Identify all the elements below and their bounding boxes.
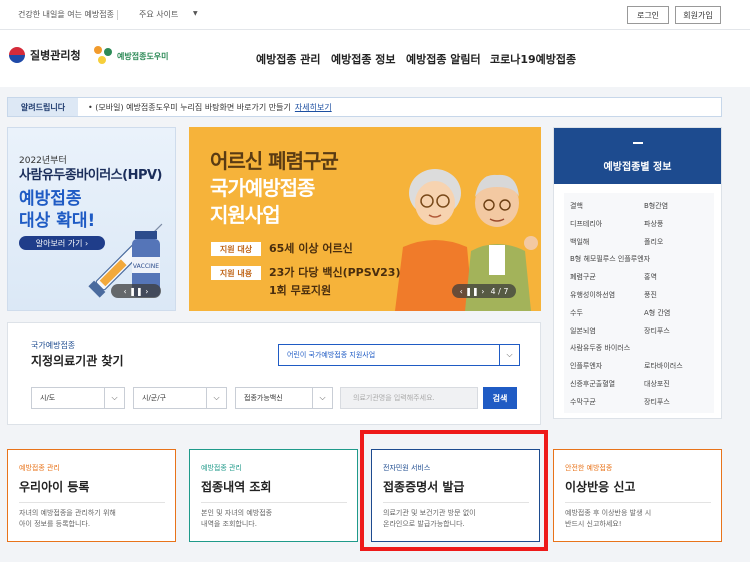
card-category: 예방접종 관리 [19, 464, 60, 472]
notice-detail-link[interactable]: 자세히보기 [295, 103, 332, 112]
notice-label: 알려드립니다 [8, 98, 78, 116]
nip-logo[interactable]: 예방접종도우미 [94, 46, 169, 66]
signup-button[interactable]: 회원가입 [675, 6, 721, 24]
kdca-logo[interactable]: 질병관리청 [8, 46, 81, 64]
highlight-box [360, 430, 548, 551]
notice-message: • (모바일) 예방접종도우미 누리집 바탕화면 바로가기 만들기 자세히보기 [88, 103, 332, 112]
card-title: 이상반응 신고 [565, 480, 636, 494]
chevron-down-icon[interactable]: ⌵ [206, 388, 226, 408]
vaccine-select[interactable]: 접종가능백신 ⌵ [235, 387, 333, 409]
sido-select-value: 시/도 [40, 394, 56, 402]
vaccine-link[interactable]: 인플루엔자 [570, 361, 602, 371]
card-category: 안전한 예방접종 [565, 464, 613, 472]
vaccine-link[interactable]: 장티푸스 [644, 397, 670, 407]
vaccine-link[interactable]: 결핵 [570, 201, 583, 211]
nav-vaccination-management[interactable]: 예방접종 관리 [256, 51, 321, 67]
search-title: 지정의료기관 찾기 [31, 354, 124, 368]
elder-headline-2: 국가예방접종 [210, 176, 315, 200]
vaccine-link[interactable]: 풍진 [644, 290, 657, 300]
vaccine-link[interactable]: 폴리오 [644, 237, 663, 247]
vaccine-link[interactable]: 로타바이러스 [644, 361, 683, 371]
vaccine-select-value: 접종가능백신 [244, 394, 283, 402]
vaccine-link[interactable]: B형간염 [644, 201, 668, 211]
nav-covid19[interactable]: 코로나19예방접종 [490, 51, 576, 67]
card-description: 예방접종 후 이상반응 발생 시 반드시 신고하세요! [565, 509, 652, 528]
card-title: 우리아이 등록 [19, 480, 90, 494]
nip-logo-icon [94, 46, 114, 66]
site-tagline: 건강한 내일을 여는 예방접종 [18, 10, 114, 19]
chevron-down-icon[interactable]: ⌵ [499, 345, 519, 365]
sigungu-select-value: 시/군/구 [142, 394, 167, 402]
support-value-1: 23가 다당 백신(PPSV23), [269, 266, 405, 279]
notice-bar: 알려드립니다 • (모바일) 예방접종도우미 누리집 바탕화면 바로가기 만들기… [7, 97, 722, 117]
search-caption: 국가예방접종 [31, 341, 76, 350]
support-value-2: 1회 무료지원 [269, 284, 332, 297]
search-button[interactable]: 검색 [483, 387, 517, 409]
nav-vaccination-info[interactable]: 예방접종 정보 [331, 51, 396, 67]
clinic-search-panel: 국가예방접종 지정의료기관 찾기 어린이 국가예방접종 지원사업 ⌵ 시/도 ⌵… [7, 322, 541, 425]
target-tag: 지원 대상 [211, 242, 261, 256]
elder-banner-pager[interactable]: ‹ ❚❚ › 4 / 7 [452, 284, 516, 298]
vial-label: VACCINE [133, 263, 159, 270]
hpv-banner-pager[interactable]: ‹ ❚❚ › [111, 284, 161, 298]
elder-pager-controls[interactable]: ‹ ❚❚ › [460, 287, 485, 296]
elder-headline-3: 지원사업 [210, 203, 281, 227]
card-category: 예방접종 관리 [201, 464, 242, 472]
sido-select[interactable]: 시/도 ⌵ [31, 387, 125, 409]
elder-pager-count: 4 / 7 [490, 286, 509, 296]
card-description: 자녀의 예방접종을 관리하기 위해 아이 정보를 등록합니다. [19, 509, 116, 528]
vaccine-link[interactable]: 폐렴구균 [570, 272, 596, 282]
program-select-value: 어린이 국가예방접종 지원사업 [287, 351, 376, 359]
vaccine-link[interactable]: 수막구균 [570, 397, 596, 407]
vaccine-link[interactable]: 사람유두종 바이러스 [570, 343, 630, 353]
vaccine-link[interactable]: A형 간염 [644, 308, 670, 318]
chevron-down-icon[interactable]: ⌵ [312, 388, 332, 408]
vaccine-link[interactable]: 대상포진 [644, 379, 670, 389]
vaccine-info-header: 예방접종별 정보 [554, 128, 721, 184]
divider [201, 502, 347, 503]
vaccine-link[interactable]: 파상풍 [644, 219, 663, 229]
adverse-reaction-card[interactable]: 안전한 예방접종 이상반응 신고 예방접종 후 이상반응 발생 시 반드시 신고하… [553, 449, 722, 542]
pneumococcal-banner[interactable]: 어르신 폐렴구균 국가예방접종 지원사업 지원 대상 65세 이상 어르신 지원… [189, 127, 541, 311]
agency-name: 질병관리청 [30, 49, 81, 62]
taegeuk-icon [8, 46, 26, 64]
vaccine-link[interactable]: B형 헤모필루스 인플루엔자 [570, 254, 650, 264]
divider [565, 502, 711, 503]
major-sites-dropdown[interactable]: 주요 사이트 [139, 9, 178, 20]
vaccine-link[interactable]: 홍역 [644, 272, 657, 282]
vaccine-link[interactable]: 백일해 [570, 237, 589, 247]
elder-headline-1: 어르신 폐렴구균 [210, 149, 339, 173]
chevron-down-icon[interactable]: ⌵ [104, 388, 124, 408]
program-select[interactable]: 어린이 국가예방접종 지원사업 ⌵ [278, 344, 520, 366]
vaccine-link[interactable]: 수두 [570, 308, 583, 318]
support-tag: 지원 내용 [211, 266, 261, 280]
card-description: 본인 및 자녀의 예방접종 내역을 조회합니다. [201, 509, 273, 528]
notice-text: (모바일) 예방접종도우미 누리집 바탕화면 바로가기 만들기 [95, 103, 291, 112]
nav-vaccination-notices[interactable]: 예방접종 알림터 [406, 51, 481, 67]
register-child-card[interactable]: 예방접종 관리 우리아이 등록 자녀의 예방접종을 관리하기 위해 아이 정보를 … [7, 449, 176, 542]
divider [117, 10, 118, 20]
brand-name: 예방접종도우미 [117, 51, 169, 61]
header-accent-bar [633, 142, 643, 144]
hpv-subject: 사람유두종바이러스(HPV) [19, 168, 163, 183]
vaccine-info-title: 예방접종별 정보 [603, 162, 672, 173]
divider [19, 502, 165, 503]
sigungu-select[interactable]: 시/군/구 ⌵ [133, 387, 227, 409]
clinic-name-input[interactable]: 의료기관명을 입력해주세요. [340, 387, 478, 409]
vaccine-link[interactable]: 신증후군출혈열 [570, 379, 615, 389]
vaccine-link[interactable]: 디프테리아 [570, 219, 602, 229]
vaccine-link[interactable]: 일본뇌염 [570, 326, 596, 336]
target-value: 65세 이상 어르신 [269, 242, 353, 255]
vaccine-info-panel: 예방접종별 정보 결핵 B형간염디프테리아 파상풍백일해 폴리오 B형 헤모필루스 인플… [553, 127, 722, 419]
hpv-banner[interactable]: 2022년부터 사람유두종바이러스(HPV) 예방접종 대상 확대! 알아보러 … [7, 127, 176, 311]
login-button[interactable]: 로그인 [627, 6, 669, 24]
history-lookup-card[interactable]: 예방접종 관리 접종내역 조회 본인 및 자녀의 예방접종 내역을 조회합니다. [189, 449, 358, 542]
caret-down-icon[interactable]: ▼ [193, 10, 198, 17]
utility-bar: 건강한 내일을 여는 예방접종 주요 사이트 ▼ 로그인 회원가입 [0, 0, 750, 30]
vaccine-link[interactable]: 장티푸스 [644, 326, 670, 336]
vaccine-link[interactable]: 유행성이하선염 [570, 290, 615, 300]
card-title: 접종내역 조회 [201, 480, 272, 494]
vaccine-list: 결핵 B형간염디프테리아 파상풍백일해 폴리오 B형 헤모필루스 인플루엔자폐렴구균 홍역… [564, 193, 714, 413]
